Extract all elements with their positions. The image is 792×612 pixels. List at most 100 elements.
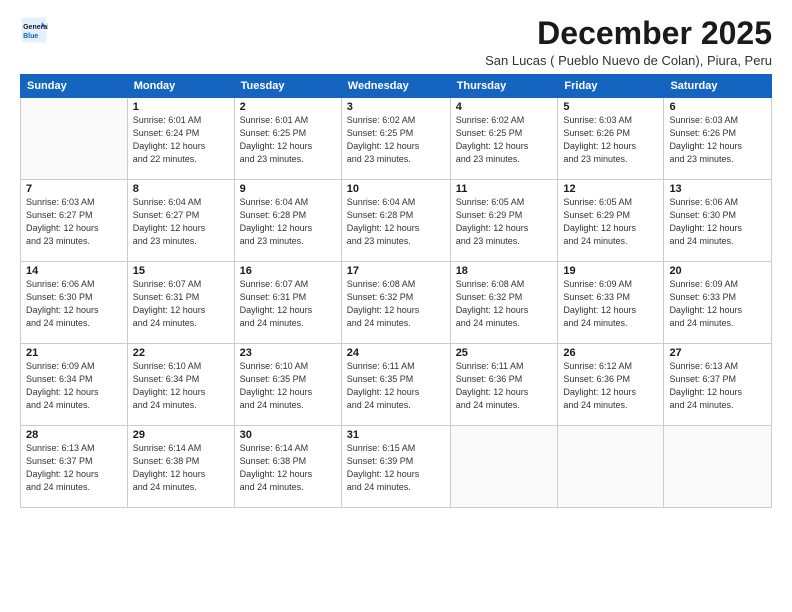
table-row: 5Sunrise: 6:03 AM Sunset: 6:26 PM Daylig…: [558, 98, 664, 180]
col-sunday: Sunday: [21, 75, 128, 98]
day-info: Sunrise: 6:01 AM Sunset: 6:25 PM Dayligh…: [240, 114, 336, 166]
day-number: 22: [133, 347, 229, 359]
day-info: Sunrise: 6:13 AM Sunset: 6:37 PM Dayligh…: [26, 442, 122, 494]
day-number: 20: [669, 265, 766, 277]
day-number: 25: [456, 347, 553, 359]
day-info: Sunrise: 6:01 AM Sunset: 6:24 PM Dayligh…: [133, 114, 229, 166]
day-info: Sunrise: 6:04 AM Sunset: 6:28 PM Dayligh…: [347, 196, 445, 248]
day-number: 5: [563, 101, 658, 113]
table-row: 11Sunrise: 6:05 AM Sunset: 6:29 PM Dayli…: [450, 180, 558, 262]
subtitle: San Lucas ( Pueblo Nuevo de Colan), Piur…: [485, 53, 772, 68]
table-row: 2Sunrise: 6:01 AM Sunset: 6:25 PM Daylig…: [234, 98, 341, 180]
calendar-header-row: Sunday Monday Tuesday Wednesday Thursday…: [21, 75, 772, 98]
title-block: December 2025 San Lucas ( Pueblo Nuevo d…: [485, 16, 772, 68]
day-info: Sunrise: 6:11 AM Sunset: 6:35 PM Dayligh…: [347, 360, 445, 412]
day-number: 27: [669, 347, 766, 359]
day-info: Sunrise: 6:14 AM Sunset: 6:38 PM Dayligh…: [133, 442, 229, 494]
day-info: Sunrise: 6:10 AM Sunset: 6:34 PM Dayligh…: [133, 360, 229, 412]
table-row: 17Sunrise: 6:08 AM Sunset: 6:32 PM Dayli…: [341, 262, 450, 344]
col-thursday: Thursday: [450, 75, 558, 98]
day-number: 15: [133, 265, 229, 277]
day-number: 31: [347, 429, 445, 441]
day-number: 17: [347, 265, 445, 277]
day-number: 4: [456, 101, 553, 113]
table-row: 23Sunrise: 6:10 AM Sunset: 6:35 PM Dayli…: [234, 344, 341, 426]
table-row: 6Sunrise: 6:03 AM Sunset: 6:26 PM Daylig…: [664, 98, 772, 180]
table-row: 13Sunrise: 6:06 AM Sunset: 6:30 PM Dayli…: [664, 180, 772, 262]
table-row: 1Sunrise: 6:01 AM Sunset: 6:24 PM Daylig…: [127, 98, 234, 180]
table-row: 18Sunrise: 6:08 AM Sunset: 6:32 PM Dayli…: [450, 262, 558, 344]
day-info: Sunrise: 6:05 AM Sunset: 6:29 PM Dayligh…: [456, 196, 553, 248]
day-info: Sunrise: 6:08 AM Sunset: 6:32 PM Dayligh…: [347, 278, 445, 330]
day-number: 6: [669, 101, 766, 113]
day-info: Sunrise: 6:09 AM Sunset: 6:33 PM Dayligh…: [563, 278, 658, 330]
logo: General Blue: [20, 16, 48, 44]
table-row: 25Sunrise: 6:11 AM Sunset: 6:36 PM Dayli…: [450, 344, 558, 426]
logo-icon: General Blue: [20, 16, 48, 44]
col-tuesday: Tuesday: [234, 75, 341, 98]
table-row: 24Sunrise: 6:11 AM Sunset: 6:35 PM Dayli…: [341, 344, 450, 426]
day-info: Sunrise: 6:11 AM Sunset: 6:36 PM Dayligh…: [456, 360, 553, 412]
day-info: Sunrise: 6:14 AM Sunset: 6:38 PM Dayligh…: [240, 442, 336, 494]
day-info: Sunrise: 6:07 AM Sunset: 6:31 PM Dayligh…: [240, 278, 336, 330]
calendar-week-4: 21Sunrise: 6:09 AM Sunset: 6:34 PM Dayli…: [21, 344, 772, 426]
day-number: 26: [563, 347, 658, 359]
day-number: 7: [26, 183, 122, 195]
day-info: Sunrise: 6:15 AM Sunset: 6:39 PM Dayligh…: [347, 442, 445, 494]
table-row: 15Sunrise: 6:07 AM Sunset: 6:31 PM Dayli…: [127, 262, 234, 344]
table-row: 7Sunrise: 6:03 AM Sunset: 6:27 PM Daylig…: [21, 180, 128, 262]
table-row: 19Sunrise: 6:09 AM Sunset: 6:33 PM Dayli…: [558, 262, 664, 344]
day-info: Sunrise: 6:02 AM Sunset: 6:25 PM Dayligh…: [347, 114, 445, 166]
table-row: 12Sunrise: 6:05 AM Sunset: 6:29 PM Dayli…: [558, 180, 664, 262]
day-info: Sunrise: 6:06 AM Sunset: 6:30 PM Dayligh…: [669, 196, 766, 248]
day-info: Sunrise: 6:02 AM Sunset: 6:25 PM Dayligh…: [456, 114, 553, 166]
table-row: [21, 98, 128, 180]
day-info: Sunrise: 6:04 AM Sunset: 6:28 PM Dayligh…: [240, 196, 336, 248]
table-row: 22Sunrise: 6:10 AM Sunset: 6:34 PM Dayli…: [127, 344, 234, 426]
table-row: [450, 426, 558, 508]
page: General Blue December 2025 San Lucas ( P…: [0, 0, 792, 612]
table-row: 21Sunrise: 6:09 AM Sunset: 6:34 PM Dayli…: [21, 344, 128, 426]
day-number: 14: [26, 265, 122, 277]
table-row: 20Sunrise: 6:09 AM Sunset: 6:33 PM Dayli…: [664, 262, 772, 344]
table-row: 27Sunrise: 6:13 AM Sunset: 6:37 PM Dayli…: [664, 344, 772, 426]
day-number: 21: [26, 347, 122, 359]
day-number: 16: [240, 265, 336, 277]
day-info: Sunrise: 6:07 AM Sunset: 6:31 PM Dayligh…: [133, 278, 229, 330]
table-row: 28Sunrise: 6:13 AM Sunset: 6:37 PM Dayli…: [21, 426, 128, 508]
day-info: Sunrise: 6:08 AM Sunset: 6:32 PM Dayligh…: [456, 278, 553, 330]
day-info: Sunrise: 6:03 AM Sunset: 6:26 PM Dayligh…: [669, 114, 766, 166]
day-info: Sunrise: 6:12 AM Sunset: 6:36 PM Dayligh…: [563, 360, 658, 412]
day-info: Sunrise: 6:04 AM Sunset: 6:27 PM Dayligh…: [133, 196, 229, 248]
day-info: Sunrise: 6:03 AM Sunset: 6:27 PM Dayligh…: [26, 196, 122, 248]
header: General Blue December 2025 San Lucas ( P…: [20, 16, 772, 68]
calendar-table: Sunday Monday Tuesday Wednesday Thursday…: [20, 74, 772, 508]
calendar-week-5: 28Sunrise: 6:13 AM Sunset: 6:37 PM Dayli…: [21, 426, 772, 508]
table-row: [558, 426, 664, 508]
day-number: 10: [347, 183, 445, 195]
col-friday: Friday: [558, 75, 664, 98]
col-monday: Monday: [127, 75, 234, 98]
day-number: 28: [26, 429, 122, 441]
day-number: 2: [240, 101, 336, 113]
day-number: 3: [347, 101, 445, 113]
table-row: 16Sunrise: 6:07 AM Sunset: 6:31 PM Dayli…: [234, 262, 341, 344]
table-row: 31Sunrise: 6:15 AM Sunset: 6:39 PM Dayli…: [341, 426, 450, 508]
day-number: 30: [240, 429, 336, 441]
calendar-week-3: 14Sunrise: 6:06 AM Sunset: 6:30 PM Dayli…: [21, 262, 772, 344]
calendar-week-1: 1Sunrise: 6:01 AM Sunset: 6:24 PM Daylig…: [21, 98, 772, 180]
day-info: Sunrise: 6:10 AM Sunset: 6:35 PM Dayligh…: [240, 360, 336, 412]
day-number: 13: [669, 183, 766, 195]
day-info: Sunrise: 6:03 AM Sunset: 6:26 PM Dayligh…: [563, 114, 658, 166]
day-number: 11: [456, 183, 553, 195]
table-row: 9Sunrise: 6:04 AM Sunset: 6:28 PM Daylig…: [234, 180, 341, 262]
table-row: 10Sunrise: 6:04 AM Sunset: 6:28 PM Dayli…: [341, 180, 450, 262]
table-row: 3Sunrise: 6:02 AM Sunset: 6:25 PM Daylig…: [341, 98, 450, 180]
table-row: 30Sunrise: 6:14 AM Sunset: 6:38 PM Dayli…: [234, 426, 341, 508]
day-info: Sunrise: 6:09 AM Sunset: 6:33 PM Dayligh…: [669, 278, 766, 330]
day-info: Sunrise: 6:06 AM Sunset: 6:30 PM Dayligh…: [26, 278, 122, 330]
day-number: 18: [456, 265, 553, 277]
day-info: Sunrise: 6:09 AM Sunset: 6:34 PM Dayligh…: [26, 360, 122, 412]
col-saturday: Saturday: [664, 75, 772, 98]
day-number: 8: [133, 183, 229, 195]
